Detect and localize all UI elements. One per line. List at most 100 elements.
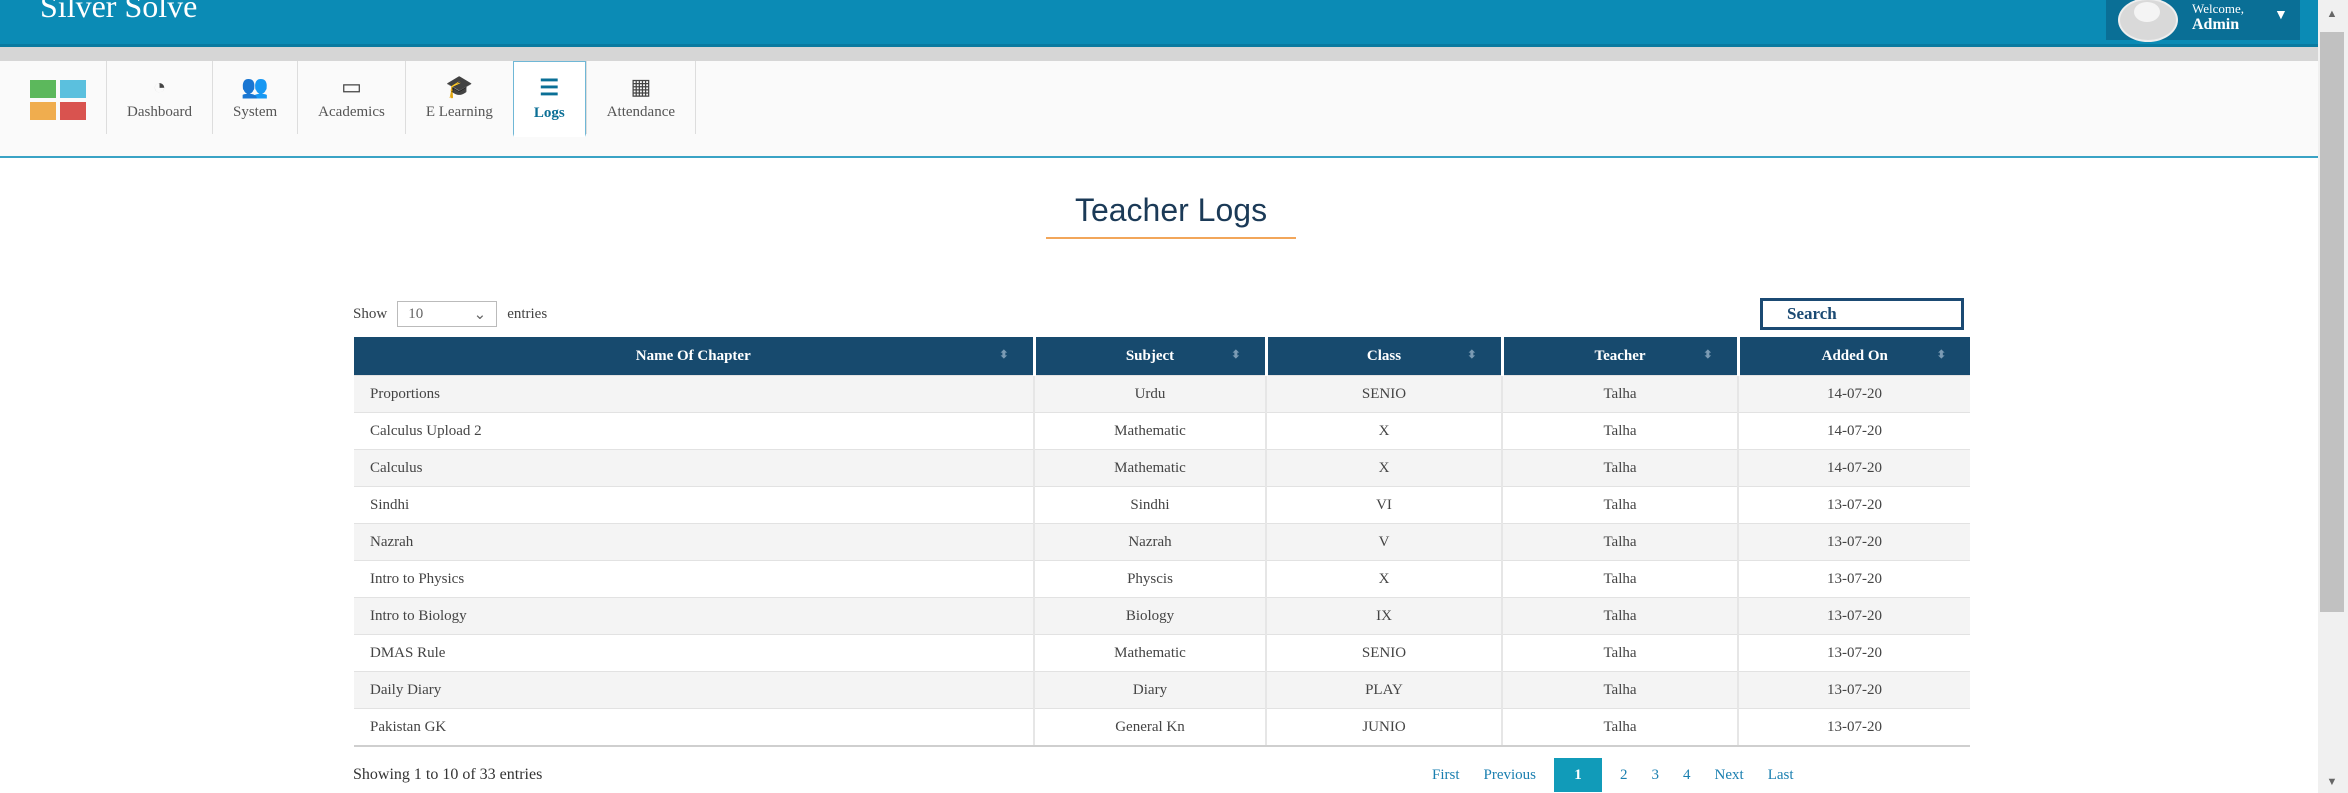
pagination-previous[interactable]: Previous [1472, 758, 1549, 792]
table-cell: IX [1265, 597, 1502, 635]
brand-logo-text[interactable]: Silver Solve [40, 0, 197, 24]
pagination-1[interactable]: 1 [1554, 758, 1603, 792]
chevron-down-icon: ⌄ [473, 306, 487, 323]
teacher-logs-table: Name Of Chapter ⬍ Subject ⬍ Class ⬍ Teacher… [354, 337, 1970, 747]
pagination-3[interactable]: 3 [1640, 758, 1672, 792]
pagination-first[interactable]: First [1420, 758, 1472, 792]
column-header-class[interactable]: Class ⬍ [1264, 337, 1502, 376]
sort-icon: ⬍ [1936, 349, 1946, 361]
scroll-up-icon[interactable]: ▲ [2324, 8, 2340, 20]
table-row[interactable]: Intro to Biology Biology IX Talha 13-07-20 [354, 597, 1970, 635]
column-header-label: Class [1366, 347, 1402, 364]
table-cell: 14-07-20 [1737, 449, 1970, 487]
pagination-last[interactable]: Last [1756, 758, 1806, 792]
nav-item-label: Logs [533, 104, 565, 121]
nav-item-system[interactable]: 👥 System [211, 61, 298, 134]
table-cell: Intro to Biology [354, 597, 1034, 635]
table-cell: X [1265, 560, 1502, 598]
table-header-row: Name Of Chapter ⬍ Subject ⬍ Class ⬍ Teacher… [354, 337, 1970, 376]
sort-icon: ⬍ [999, 349, 1009, 361]
nav-item-label: Dashboard [127, 104, 192, 120]
nav-item-logs[interactable]: ☰ Logs [512, 61, 586, 137]
avatar[interactable] [2118, 0, 2178, 42]
nav-item-dashboard[interactable]: ◔ Dashboard [106, 61, 212, 134]
table-cell: 13-07-20 [1737, 634, 1970, 672]
table-cell: Physcis [1033, 560, 1266, 598]
table-row[interactable]: Daily Diary Diary PLAY Talha 13-07-20 [354, 671, 1970, 709]
nav-item-label: System [232, 104, 278, 120]
entries-length-select[interactable]: 10 ⌄ [397, 301, 498, 327]
table-cell: Mathematic [1033, 449, 1266, 487]
table-cell: Talha [1501, 412, 1738, 450]
table-row[interactable]: DMAS Rule Mathematic SENIO Talha 13-07-20 [354, 634, 1970, 672]
table-row[interactable]: Pakistan GK General Kn JUNIO Talha 13-07-20 [354, 708, 1970, 747]
table-cell: 13-07-20 [1737, 486, 1970, 524]
table-row[interactable]: Sindhi Sindhi VI Talha 13-07-20 [354, 486, 1970, 524]
apps-grid-icon[interactable] [30, 80, 86, 120]
users-icon: 👥 [241, 74, 269, 99]
table-cell: X [1265, 449, 1502, 487]
table-cell: Daily Diary [354, 671, 1034, 709]
nav-item-label: Attendance [606, 104, 676, 120]
table-cell: Urdu [1033, 375, 1266, 413]
table-row[interactable]: Intro to Physics Physcis X Talha 13-07-20 [354, 560, 1970, 598]
pagination-2[interactable]: 2 [1608, 758, 1640, 792]
table-cell: V [1265, 523, 1502, 561]
search-input[interactable]: Search [1760, 298, 1964, 330]
column-header-name-of-chapter[interactable]: Name Of Chapter ⬍ [354, 337, 1034, 376]
nav-item-attendance[interactable]: ▦ Attendance [585, 61, 697, 134]
column-header-teacher[interactable]: Teacher ⬍ [1500, 337, 1738, 376]
table-cell: Talha [1501, 486, 1738, 524]
table-cell: 14-07-20 [1737, 375, 1970, 413]
table-row[interactable]: Calculus Upload 2 Mathematic X Talha 14-07-2… [354, 412, 1970, 450]
table-cell: X [1265, 412, 1502, 450]
scroll-down-icon[interactable]: ▼ [2324, 776, 2340, 788]
logs-icon: ☰ [539, 74, 560, 100]
table-row[interactable]: Nazrah Nazrah V Talha 13-07-20 [354, 523, 1970, 561]
nav-item-e-learning[interactable]: 🎓 E Learning [404, 61, 513, 134]
caret-down-icon[interactable]: ▼ [2274, 8, 2288, 24]
pagination-next[interactable]: Next [1703, 758, 1756, 792]
table-row[interactable]: Calculus Mathematic X Talha 14-07-20 [354, 449, 1970, 487]
table-row[interactable]: Proportions Urdu SENIO Talha 14-07-20 [354, 375, 1970, 413]
table-cell: Sindhi [354, 486, 1034, 524]
table-cell: Talha [1501, 671, 1738, 709]
column-header-label: Added On [1821, 347, 1888, 364]
table-cell: 13-07-20 [1737, 523, 1970, 561]
scrollbar-thumb[interactable] [2320, 32, 2344, 612]
entries-label: entries [507, 305, 548, 322]
table-cell: Calculus Upload 2 [354, 412, 1034, 450]
table-cell: Talha [1501, 560, 1738, 598]
table-cell: 14-07-20 [1737, 412, 1970, 450]
table-cell: Mathematic [1033, 412, 1266, 450]
top-header-bar: Silver Solve Welcome, Admin ▼ [0, 0, 2318, 47]
column-header-label: Subject [1125, 347, 1175, 364]
show-label: Show [353, 305, 388, 322]
table-cell: 13-07-20 [1737, 708, 1970, 747]
table-cell: Talha [1501, 634, 1738, 672]
page-title: Teacher Logs [1046, 192, 1296, 239]
user-menu[interactable]: Welcome, Admin ▼ [2106, 0, 2300, 42]
table-cell: SENIO [1265, 375, 1502, 413]
entries-length-control: Show 10 ⌄ entries [353, 301, 547, 327]
header-sub-bar [0, 47, 2318, 61]
calendar-icon: ▦ [630, 74, 652, 99]
pagination-4[interactable]: 4 [1671, 758, 1703, 792]
dashboard-icon: ◔ [152, 74, 167, 99]
table-cell: Intro to Physics [354, 560, 1034, 598]
column-header-subject[interactable]: Subject ⬍ [1032, 337, 1266, 376]
user-name: Admin [2192, 16, 2240, 33]
table-cell: Talha [1501, 597, 1738, 635]
table-cell: Sindhi [1033, 486, 1266, 524]
welcome-text: Welcome, [2192, 1, 2245, 16]
sort-icon: ⬍ [1231, 349, 1241, 361]
column-header-added-on[interactable]: Added On ⬍ [1736, 337, 1970, 376]
table-cell: Talha [1501, 449, 1738, 487]
table-info: Showing 1 to 10 of 33 entries [353, 766, 543, 783]
column-header-label: Teacher [1594, 347, 1646, 364]
table-cell: General Kn [1033, 708, 1266, 747]
table-cell: 13-07-20 [1737, 560, 1970, 598]
nav-item-label: E Learning [425, 104, 493, 120]
nav-item-academics[interactable]: ▭ Academics [297, 61, 405, 134]
table-cell: PLAY [1265, 671, 1502, 709]
